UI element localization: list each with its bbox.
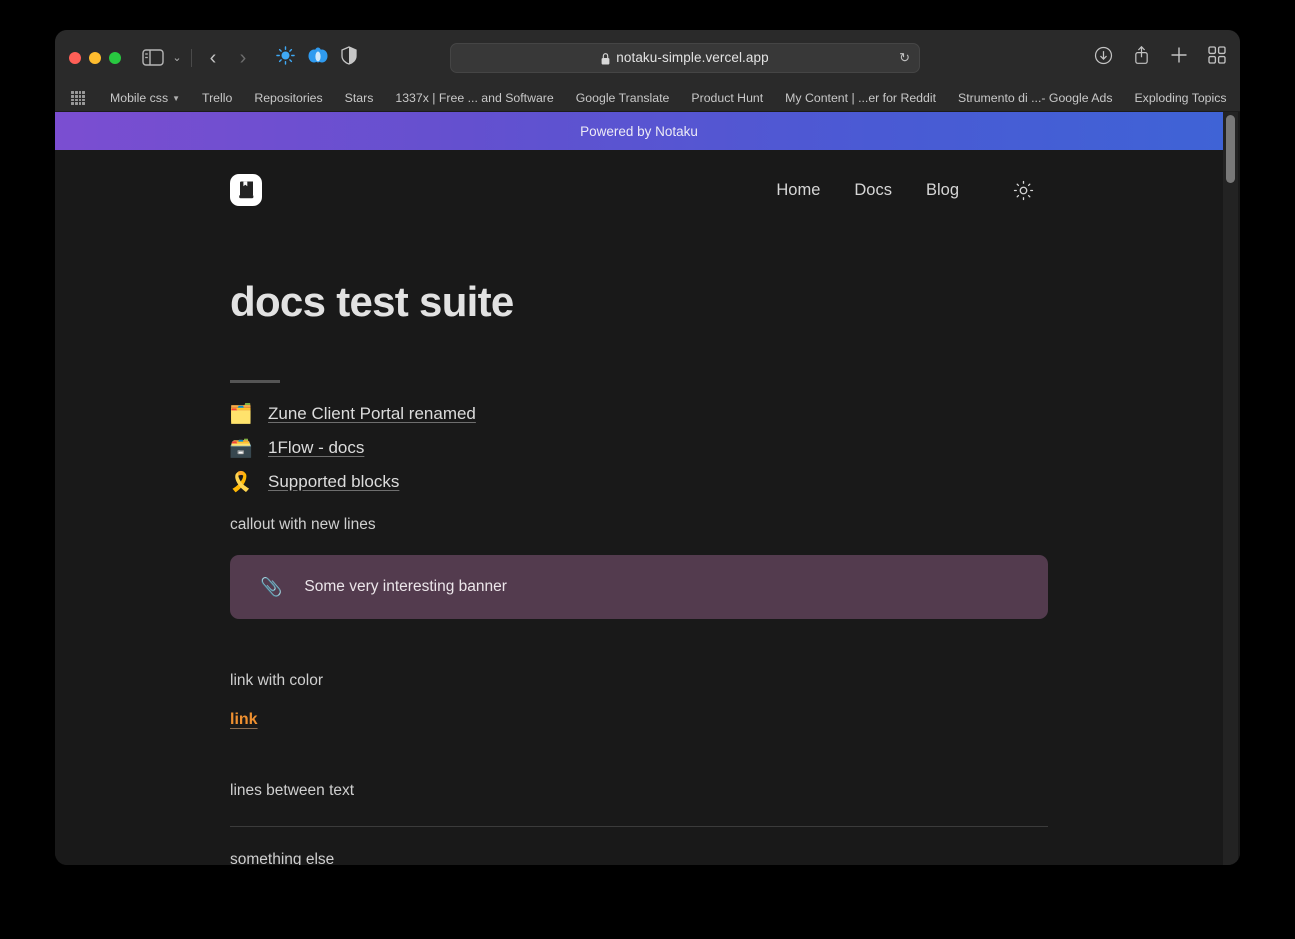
maximize-window-button[interactable]: [109, 51, 121, 64]
url-text: notaku-simple.vercel.app: [616, 50, 769, 65]
list-item[interactable]: 🎗️ Supported blocks: [229, 471, 1223, 493]
toolbar-divider: [191, 48, 192, 67]
chevron-down-icon: ▼: [172, 93, 181, 103]
sidebar-toggle-icon[interactable]: [141, 48, 165, 67]
nav-link-docs[interactable]: Docs: [854, 181, 892, 200]
minimize-window-button[interactable]: [89, 51, 101, 64]
doc-link-zune-client-portal[interactable]: Zune Client Portal renamed: [268, 404, 476, 424]
bookmark-label: Mobile css: [110, 91, 169, 105]
browser-window: ⌄ ‹ › notaku-simple.vercel.app ↻ Mobile …: [55, 30, 1240, 865]
shield-privacy-icon[interactable]: [341, 45, 357, 70]
bookmark-product-hunt[interactable]: Product Hunt: [680, 91, 774, 105]
bookmark-mobile-css[interactable]: Mobile css ▼: [99, 91, 191, 105]
extension-icons: [276, 45, 357, 70]
share-icon[interactable]: [1133, 45, 1150, 70]
tab-overview-icon[interactable]: [1208, 46, 1226, 69]
bookmarks-bar: Mobile css ▼ Trello Repositories Stars 1…: [55, 85, 1240, 112]
doc-link-list: 🗂️ Zune Client Portal renamed 🗃️ 1Flow -…: [229, 403, 1223, 493]
title-divider: [230, 380, 280, 383]
notebook-logo[interactable]: [230, 174, 262, 206]
list-item[interactable]: 🗃️ 1Flow - docs: [229, 437, 1223, 459]
callout-heading-text: callout with new lines: [230, 516, 376, 533]
callout-text: Some very interesting banner: [304, 578, 507, 595]
bookmark-google-translate[interactable]: Google Translate: [565, 91, 681, 105]
doc-link-supported-blocks[interactable]: Supported blocks: [268, 472, 399, 492]
bookmark-stars[interactable]: Stars: [334, 91, 385, 105]
site-nav: Home Docs Blog: [776, 178, 1223, 202]
bookmark-my-content-reddit[interactable]: My Content | ...er for Reddit: [774, 91, 947, 105]
chevron-down-icon[interactable]: ⌄: [169, 51, 185, 64]
forward-button[interactable]: ›: [228, 48, 258, 68]
nav-link-blog[interactable]: Blog: [926, 181, 959, 200]
callout-banner: 📎 Some very interesting banner: [230, 555, 1048, 619]
address-bar[interactable]: notaku-simple.vercel.app ↻: [450, 42, 920, 73]
bookmark-1337x[interactable]: 1337x | Free ... and Software: [384, 91, 564, 105]
bookmark-trello[interactable]: Trello: [191, 91, 243, 105]
page-title: docs test suite: [230, 278, 514, 325]
scrollbar-thumb[interactable]: [1226, 115, 1235, 183]
list-item[interactable]: 🗂️ Zune Client Portal renamed: [229, 403, 1223, 425]
window-traffic-lights: [69, 51, 121, 64]
close-window-button[interactable]: [69, 51, 81, 64]
apps-grid-icon[interactable]: [71, 91, 85, 105]
page-viewport: Powered by Notaku Home Docs Blog docs te…: [55, 112, 1240, 865]
after-rule-text: something else: [230, 851, 335, 865]
download-icon[interactable]: [1094, 46, 1113, 70]
flower-extension-icon[interactable]: [308, 47, 328, 69]
sun-icon[interactable]: [1011, 178, 1035, 202]
folder-emoji: 🗂️: [229, 403, 253, 425]
paperclip-emoji: 📎: [260, 577, 283, 597]
toolbar-right-icons: [1074, 45, 1226, 70]
new-tab-button[interactable]: [1170, 46, 1188, 69]
bookmark-repositories[interactable]: Repositories: [243, 91, 333, 105]
doc-link-1flow-docs[interactable]: 1Flow - docs: [268, 438, 364, 458]
site-header: Home Docs Blog: [55, 150, 1223, 230]
browser-toolbar: ⌄ ‹ › notaku-simple.vercel.app ↻: [55, 30, 1240, 85]
brightness-extension-icon[interactable]: [276, 45, 295, 70]
reload-button[interactable]: ↻: [899, 50, 910, 66]
page-content: docs test suite 🗂️ Zune Client Portal re…: [55, 278, 1223, 865]
bookmark-exploding-topics[interactable]: Exploding Topics: [1123, 91, 1237, 105]
colored-link[interactable]: link: [230, 711, 258, 729]
lines-heading: lines between text: [230, 782, 355, 799]
lock-icon: [601, 52, 610, 64]
powered-by-banner[interactable]: Powered by Notaku: [55, 112, 1223, 150]
link-section-heading: link with color: [230, 672, 324, 689]
card-index-dividers-emoji: 🗃️: [229, 437, 253, 459]
bookmarks-overflow-button[interactable]: »: [1238, 90, 1240, 107]
page-scrollbar[interactable]: [1223, 112, 1238, 865]
horizontal-divider: [230, 826, 1048, 827]
back-button[interactable]: ‹: [198, 48, 228, 68]
reminder-ribbon-emoji: 🎗️: [229, 471, 253, 493]
bookmark-strumento-google-ads[interactable]: Strumento di ...- Google Ads: [947, 91, 1123, 105]
nav-link-home[interactable]: Home: [776, 181, 820, 200]
